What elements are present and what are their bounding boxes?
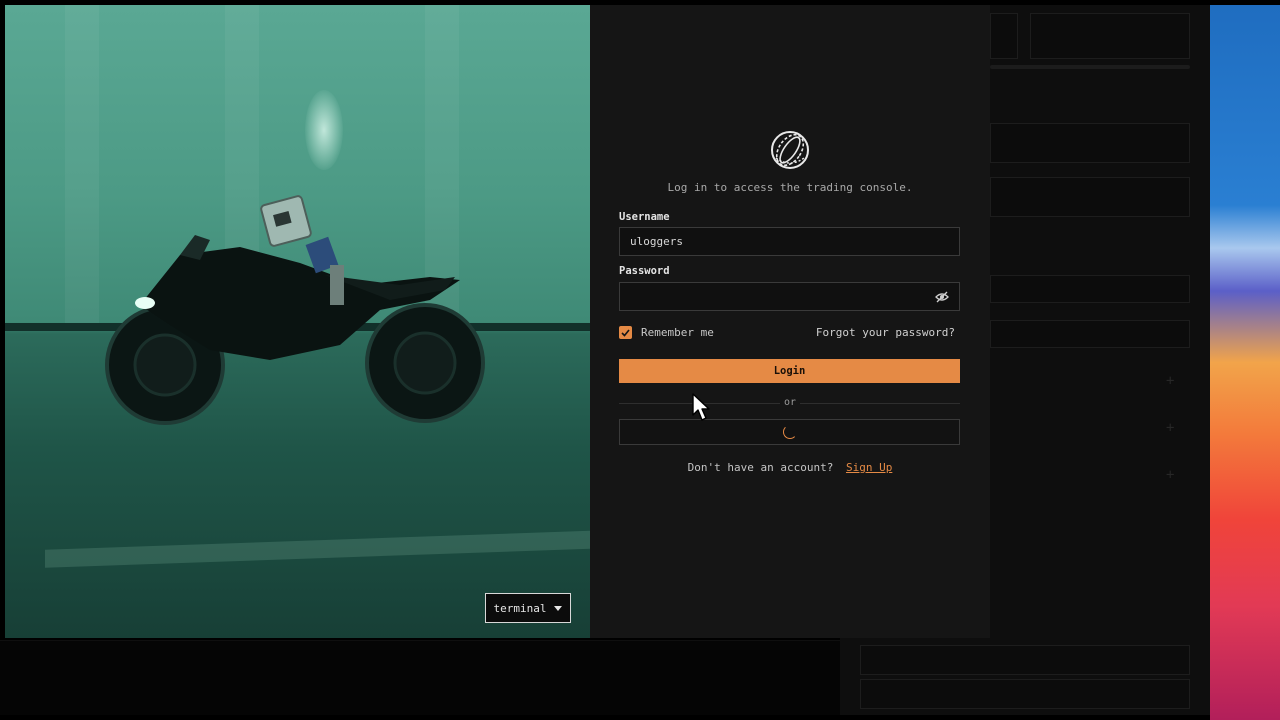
spinner-icon [782, 425, 797, 439]
plus-icon: + [1166, 373, 1175, 389]
floor-stripe [45, 530, 590, 568]
wall-panel [65, 5, 99, 325]
bg-slider [990, 65, 1190, 69]
alternate-login-button[interactable] [619, 419, 960, 445]
bg-field [990, 123, 1190, 163]
motorcycle-illustration [105, 195, 485, 425]
login-button[interactable]: Login [619, 359, 960, 383]
ceiling-light [305, 90, 343, 170]
plus-icon: + [1166, 420, 1175, 436]
background-bottom-bar [0, 640, 840, 715]
bg-field [990, 177, 1190, 217]
signup-prompt: Don't have an account? [687, 461, 834, 474]
bg-field [1030, 13, 1190, 59]
caret-down-icon [554, 605, 563, 611]
theme-select[interactable]: terminal [485, 593, 571, 623]
bg-button-row [860, 645, 1190, 675]
forgot-password-link[interactable]: Forgot your password? [816, 326, 955, 339]
brand-logo-icon [771, 131, 809, 169]
bg-field [990, 320, 1190, 348]
mouse-cursor-icon [692, 393, 710, 421]
divider-or: or [780, 397, 800, 408]
bg-field [990, 13, 1018, 59]
eye-off-icon[interactable] [935, 291, 949, 303]
username-value: uloggers [630, 235, 683, 248]
password-label: Password [619, 265, 670, 277]
login-subtitle: Log in to access the trading console. [667, 181, 913, 194]
remember-me-checkbox[interactable] [619, 326, 632, 339]
hero-image: terminal [5, 5, 590, 638]
remember-me-option[interactable]: Remember me [619, 326, 714, 339]
desktop-wallpaper [1210, 5, 1280, 720]
login-panel: Log in to access the trading console. Us… [590, 5, 990, 638]
theme-select-value: terminal [493, 601, 547, 615]
remember-me-label: Remember me [641, 326, 714, 339]
password-input[interactable] [619, 282, 960, 311]
username-label: Username [619, 211, 670, 223]
bg-button-row [860, 679, 1190, 709]
signup-row: Don't have an account? Sign Up [590, 461, 990, 474]
signup-link[interactable]: Sign Up [846, 461, 892, 474]
plus-icon: + [1166, 467, 1175, 483]
username-input[interactable]: uloggers [619, 227, 960, 256]
checkmark-icon [621, 328, 630, 337]
bg-field [990, 275, 1190, 303]
